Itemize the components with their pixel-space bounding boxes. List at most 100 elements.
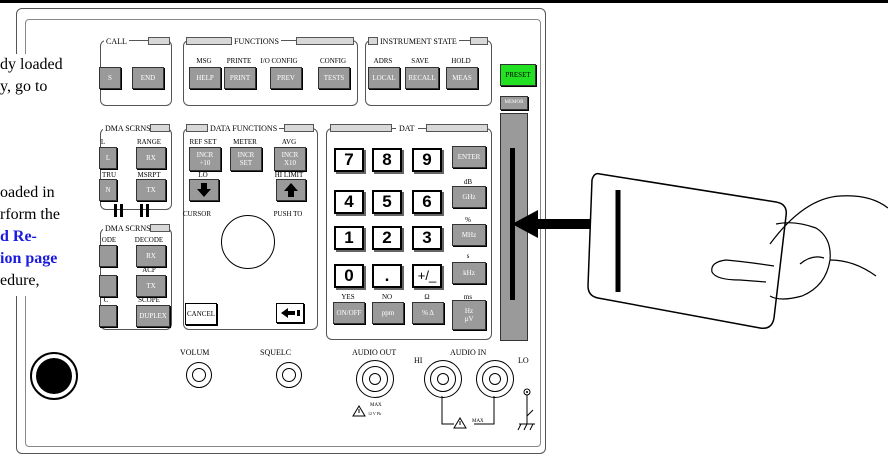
tru-label: TRU	[102, 171, 116, 179]
incr-div10-button[interactable]: INCR ÷10	[189, 147, 221, 171]
yes-label: YES	[341, 293, 355, 301]
audio-out-max-label: MAX	[370, 403, 382, 408]
instrument-state-tab-bar-right	[470, 37, 488, 45]
incr-x10-button[interactable]: INCR X10	[274, 147, 306, 171]
audio-in-lo-connector[interactable]	[476, 360, 514, 398]
local-button[interactable]: LOCAL	[368, 67, 400, 89]
divider-mark	[146, 204, 149, 217]
ref-set-label: REF SET	[189, 138, 217, 146]
audio-out-connector[interactable]	[356, 360, 394, 398]
percent-delta-button[interactable]: % Δ	[412, 302, 444, 324]
n-button[interactable]: N	[99, 179, 117, 201]
hz-uv-button[interactable]: Hz µV	[452, 300, 486, 330]
s-label: s	[466, 252, 470, 260]
data-functions-tab-bar-left	[186, 124, 208, 132]
preset-button[interactable]: PRESET	[500, 64, 536, 86]
prev-button[interactable]: PREV	[270, 67, 302, 89]
memory-button[interactable]: MEMOR	[500, 96, 528, 110]
tx-acp-button[interactable]: TX	[136, 275, 166, 297]
dma-scrns-2-title: DMA SCRNS	[103, 224, 153, 233]
audio-in-lo-pin	[489, 373, 501, 385]
body-text-link-line-2[interactable]: ion page	[0, 248, 57, 270]
call-group-title: CALL	[104, 37, 129, 46]
up-arrow-button[interactable]	[276, 179, 306, 201]
enter-button[interactable]: ENTER	[452, 146, 486, 168]
dma-scrns-2-tab-bar	[150, 224, 170, 232]
top-rule	[0, 0, 888, 3]
call-key-left[interactable]: S	[99, 67, 121, 89]
on-off-button[interactable]: ON/OFF	[333, 302, 365, 324]
help-button[interactable]: HELP	[189, 67, 221, 89]
key-4[interactable]: 4	[334, 190, 364, 214]
functions-group-title: FUNCTIONS	[232, 37, 281, 46]
hand-holding-card-icon	[587, 172, 888, 330]
incr-set-button[interactable]: INCR SET	[230, 147, 262, 171]
audio-in-hi-pin	[437, 373, 449, 385]
mhz-button[interactable]: MHz	[452, 224, 486, 246]
end-button[interactable]: END	[132, 67, 164, 89]
key-9[interactable]: 9	[412, 148, 442, 172]
functions-tab-bar-right	[296, 37, 354, 45]
instrument-state-tab-bar-left	[368, 37, 378, 45]
adrs-label: ADRS	[373, 57, 393, 65]
up-arrow-icon	[284, 183, 298, 197]
recall-button[interactable]: RECALL	[405, 67, 439, 89]
key-plus-minus[interactable]: +/_	[412, 264, 442, 288]
khz-button[interactable]: kHz	[452, 262, 486, 284]
key-8[interactable]: 8	[372, 148, 402, 172]
key-3[interactable]: 3	[412, 226, 442, 250]
key-1[interactable]: 1	[334, 226, 364, 250]
divider-mark	[120, 204, 123, 217]
squelch-knob[interactable]	[276, 362, 302, 388]
audio-in-hi-label: HI	[414, 356, 423, 365]
key-5[interactable]: 5	[372, 190, 402, 214]
key-7[interactable]: 7	[334, 148, 364, 172]
power-knob[interactable]	[30, 352, 78, 400]
volume-knob[interactable]	[186, 362, 212, 388]
key-2[interactable]: 2	[372, 226, 402, 250]
dma-scrns-1-tab-bar	[150, 124, 170, 132]
ppm-button[interactable]: ppm	[372, 302, 404, 324]
audio-in-hi-connector[interactable]	[424, 360, 462, 398]
no-label: NO	[381, 293, 393, 301]
ghz-button[interactable]: GHz	[452, 186, 486, 208]
db-label: dB	[463, 178, 473, 186]
audio-in-label: AUDIO IN	[450, 348, 487, 357]
acp-label: ACP	[142, 266, 156, 274]
print-button[interactable]: PRINT	[224, 67, 256, 89]
dma-key-blank-2[interactable]	[99, 275, 117, 297]
duplex-button[interactable]: DUPLEX	[136, 305, 170, 327]
meas-button[interactable]: MEAS	[446, 67, 478, 89]
ground-icon	[517, 388, 535, 431]
body-text-line-1: dy loaded	[0, 56, 63, 73]
cancel-button[interactable]: CANCEL	[185, 303, 217, 325]
body-text-line-2: y, go to	[0, 78, 48, 95]
backspace-button[interactable]	[276, 303, 304, 323]
l-button[interactable]: L	[99, 147, 117, 169]
tests-button[interactable]: TESTS	[318, 67, 350, 89]
c-label: C	[103, 296, 109, 304]
ohm-label: Ω	[424, 293, 430, 301]
config-label: CONFIG	[319, 57, 347, 65]
key-6[interactable]: 6	[412, 190, 442, 214]
meter-label: METER	[233, 138, 257, 146]
rx-button[interactable]: RX	[136, 147, 166, 169]
tx-button[interactable]: TX	[136, 179, 166, 201]
dma-key-blank-3[interactable]	[99, 305, 117, 327]
down-arrow-icon	[197, 183, 211, 197]
body-text-link-line-1[interactable]: d Re-	[0, 226, 37, 248]
rx-decode-button[interactable]: RX	[136, 245, 166, 267]
save-label: SAVE	[411, 57, 429, 65]
msg-label: MSG	[196, 57, 212, 65]
percent-label: %	[465, 216, 471, 224]
audio-out-pin	[369, 373, 381, 385]
key-0[interactable]: 0	[334, 264, 364, 288]
down-arrow-button[interactable]	[189, 179, 219, 201]
audio-in-lo-label: LO	[518, 356, 529, 365]
key-decimal[interactable]: .	[372, 264, 402, 288]
call-tab-bar	[148, 37, 170, 45]
dma-key-blank-1[interactable]	[99, 245, 117, 267]
dat-title: DAT	[396, 124, 418, 133]
instrument-state-group-title: INSTRUMENT STATE	[378, 37, 459, 46]
cursor-knob[interactable]	[221, 215, 275, 269]
